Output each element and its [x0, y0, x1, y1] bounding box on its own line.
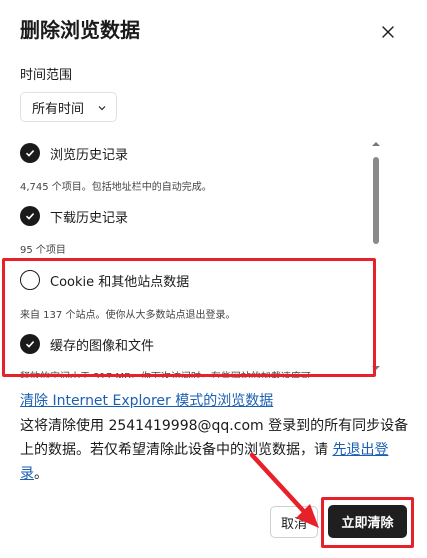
scroll-up-arrow-icon[interactable] — [371, 140, 381, 148]
chevron-down-icon — [98, 106, 106, 111]
clear-now-button[interactable]: 立即清除 — [328, 505, 407, 538]
checkbox-download-history[interactable] — [20, 206, 40, 226]
checkbox-browsing-history[interactable] — [20, 143, 40, 163]
option-download-history[interactable]: 下载历史记录 — [20, 204, 128, 228]
scrollbar-thumb[interactable] — [373, 157, 379, 244]
cancel-button[interactable]: 取消 — [270, 506, 318, 538]
option-label: Cookie 和其他站点数据 — [50, 274, 190, 290]
dialog-title: 删除浏览数据 — [20, 18, 140, 42]
option-browsing-history[interactable]: 浏览历史记录 — [20, 141, 128, 165]
option-cookies[interactable]: Cookie 和其他站点数据 — [20, 268, 189, 292]
checkmark-icon — [25, 213, 35, 220]
option-description: 来自 137 个站点。使你从大多数站点退出登录。 — [20, 310, 236, 321]
option-label: 浏览历史记录 — [50, 147, 129, 163]
time-range-label: 时间范围 — [20, 68, 73, 83]
ie-mode-clear-link[interactable]: 清除 Internet Explorer 模式的浏览数据 — [20, 390, 273, 410]
scroll-down-arrow-icon[interactable] — [371, 364, 381, 372]
time-range-value: 所有时间 — [32, 101, 85, 117]
data-options-list[interactable]: 浏览历史记录 4,745 个项目。包括地址栏中的自动完成。 下载历史记录 95 … — [0, 134, 390, 378]
option-description: 95 个项目 — [20, 245, 66, 256]
option-label: 缓存的图像和文件 — [50, 338, 155, 354]
option-label: 下载历史记录 — [50, 210, 129, 226]
option-description: 4,745 个项目。包括地址栏中的自动完成。 — [20, 182, 212, 193]
checkbox-cookies[interactable] — [20, 270, 40, 290]
close-button[interactable] — [376, 20, 400, 44]
option-cached-files[interactable]: 缓存的图像和文件 — [20, 332, 154, 356]
sync-info-text: 这将清除使用 2541419998@qq.com 登录到的所有同步设备上的数据。… — [20, 414, 410, 486]
info-text-end: 。 — [34, 466, 48, 482]
checkmark-icon — [25, 150, 35, 157]
option-description: 释放的空间小于 317 MB。你下次访问时，有些网站的加载速度可 — [20, 372, 311, 378]
time-range-select[interactable]: 所有时间 — [20, 92, 117, 122]
checkbox-cached-files[interactable] — [20, 334, 40, 354]
close-icon — [382, 26, 394, 38]
clear-browsing-data-dialog: 删除浏览数据 时间范围 所有时间 浏览历史记录 4,745 个项目。包括地址栏中… — [0, 0, 427, 558]
checkmark-icon — [25, 341, 35, 348]
